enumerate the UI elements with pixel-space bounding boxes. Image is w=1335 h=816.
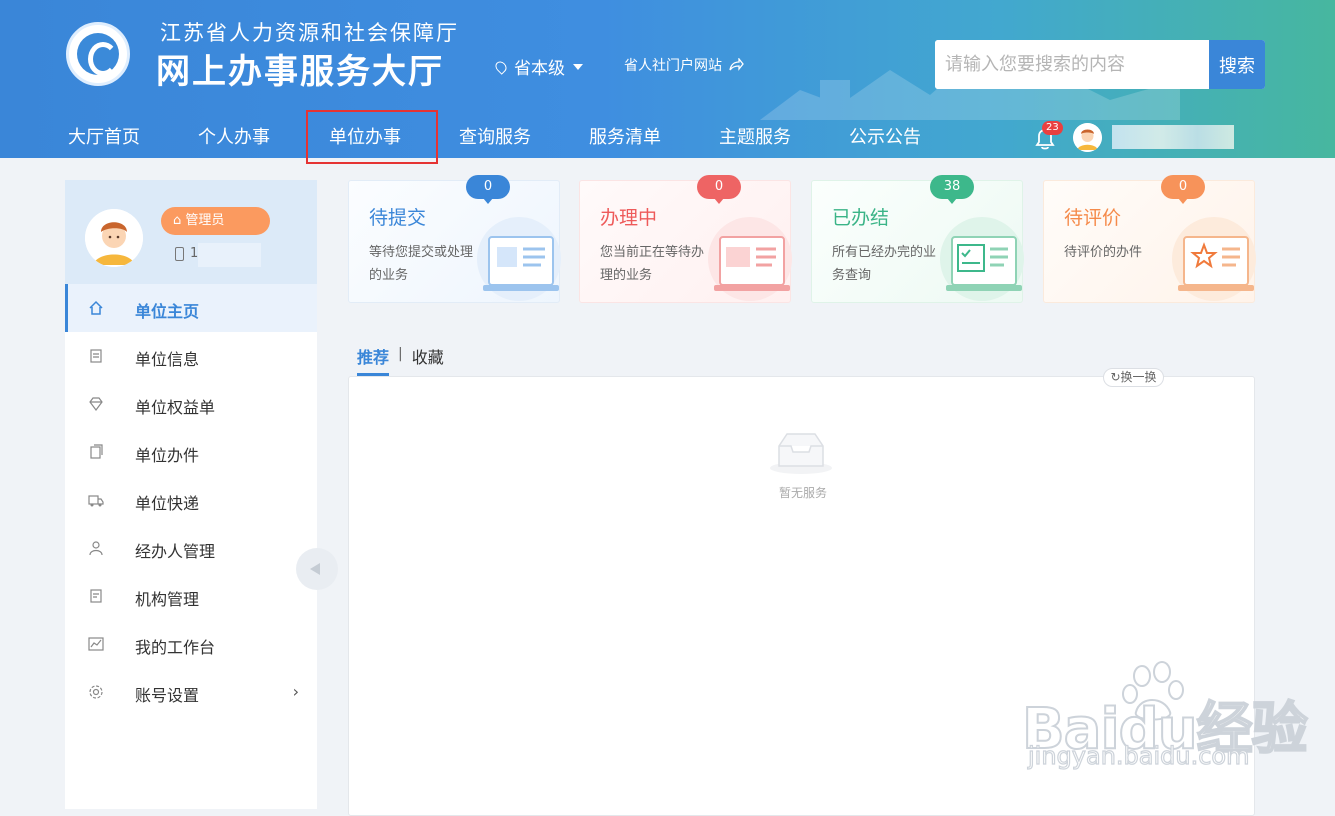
nav-highlight-box bbox=[306, 110, 438, 164]
role-label: 管理员 bbox=[185, 213, 225, 228]
header-banner: 江苏省人力资源和社会保障厅 网上办事服务大厅 省本级 省人社门户网站 搜索 大厅… bbox=[0, 0, 1335, 158]
card-pending-submit[interactable]: 0 待提交 等待您提交或处理的业务 bbox=[348, 175, 561, 303]
sidebar-item-label: 单位主页 bbox=[135, 302, 200, 321]
sidebar-item-unit-cases[interactable]: 单位办件 bbox=[65, 428, 317, 476]
count-badge: 0 bbox=[1161, 175, 1205, 204]
org-name: 江苏省人力资源和社会保障厅 bbox=[160, 21, 459, 45]
sidebar-item-unit-home[interactable]: 单位主页 bbox=[65, 284, 317, 332]
caret-down-icon bbox=[573, 63, 583, 70]
sidebar-menu: 单位主页 单位信息 单位权益单 单位办件 单位快递 经办人管理 机构管理 我的工… bbox=[65, 284, 317, 716]
site-title[interactable]: 网上办事服务大厅 bbox=[156, 44, 444, 93]
sidebar-item-label: 单位信息 bbox=[135, 350, 200, 369]
tab-separator: | bbox=[398, 346, 403, 362]
nav-item-query[interactable]: 查询服务 bbox=[459, 110, 531, 158]
phone-icon bbox=[175, 246, 184, 261]
location-pin-icon bbox=[493, 58, 509, 75]
role-badge: ⌂ 管理员 bbox=[161, 207, 270, 235]
card-desc: 等待您提交或处理的业务 bbox=[369, 245, 474, 283]
search-bar: 搜索 bbox=[935, 40, 1265, 89]
truck-icon bbox=[88, 495, 104, 507]
diamond-icon bbox=[89, 397, 103, 411]
sidebar-item-account-settings[interactable]: 账号设置 › bbox=[65, 668, 317, 716]
sidebar-item-label: 经办人管理 bbox=[135, 542, 216, 561]
user-avatar[interactable] bbox=[1073, 123, 1102, 152]
card-desc: 所有已经办完的业务查询 bbox=[832, 245, 937, 283]
refresh-label: 换一换 bbox=[1120, 370, 1157, 384]
sidebar-item-label: 单位办件 bbox=[135, 446, 200, 465]
chart-icon bbox=[88, 637, 104, 651]
profile-card: ⌂ 管理员 1 bbox=[65, 180, 317, 284]
refresh-icon: ↻ bbox=[1110, 370, 1121, 384]
empty-state-text: 暂无服务 bbox=[778, 486, 827, 500]
empty-inbox-icon bbox=[770, 433, 832, 474]
shop-icon: ⌂ bbox=[173, 213, 182, 228]
sidebar-item-unit-express[interactable]: 单位快递 bbox=[65, 476, 317, 524]
sidebar-item-label: 我的工作台 bbox=[135, 638, 216, 657]
laptop-star-icon bbox=[1172, 217, 1256, 301]
portal-link[interactable]: 省人社门户网站 bbox=[624, 55, 744, 75]
laptop-checklist-icon bbox=[940, 217, 1024, 301]
share-arrow-icon bbox=[729, 58, 744, 71]
laptop-process-icon bbox=[708, 217, 792, 301]
nav-item-theme[interactable]: 主题服务 bbox=[719, 110, 791, 158]
nav-item-home[interactable]: 大厅首页 bbox=[68, 110, 140, 158]
search-input[interactable] bbox=[935, 40, 1209, 89]
nav-item-notice[interactable]: 公示公告 bbox=[849, 110, 921, 158]
watermark-url: jingyan.baidu.com bbox=[1027, 741, 1250, 770]
avatar[interactable] bbox=[85, 209, 143, 267]
card-title: 办理中 bbox=[600, 207, 658, 229]
sidebar-item-label: 账号设置 bbox=[135, 686, 200, 705]
card-desc: 您当前正在等待办理的业务 bbox=[600, 245, 705, 283]
card-in-progress[interactable]: 0 办理中 您当前正在等待办理的业务 bbox=[579, 175, 792, 303]
chevron-right-icon: › bbox=[292, 682, 299, 701]
card-title: 待提交 bbox=[369, 207, 427, 229]
card-desc: 待评价的办件 bbox=[1064, 245, 1143, 260]
search-button[interactable]: 搜索 bbox=[1209, 40, 1265, 89]
count-badge: 38 bbox=[930, 175, 974, 204]
sidebar-item-unit-rights[interactable]: 单位权益单 bbox=[65, 380, 317, 428]
sidebar-item-label: 单位权益单 bbox=[135, 398, 216, 417]
laptop-doc-icon bbox=[477, 217, 561, 301]
user-name-redacted[interactable] bbox=[1112, 125, 1234, 149]
document-icon bbox=[90, 349, 102, 363]
refresh-button[interactable]: ↻换一换 bbox=[1103, 368, 1164, 387]
sidebar-item-label: 单位快递 bbox=[135, 494, 200, 513]
phone-number: 1 bbox=[175, 246, 198, 261]
home-icon bbox=[89, 300, 103, 315]
notification-badge: 23 bbox=[1042, 121, 1063, 135]
tab-recommended[interactable]: 推荐 bbox=[357, 344, 390, 376]
sidebar-item-operators[interactable]: 经办人管理 bbox=[65, 524, 317, 572]
service-tabs: 推荐 | 收藏 bbox=[357, 344, 444, 376]
user-icon bbox=[89, 541, 103, 556]
card-completed[interactable]: 38 已办结 所有已经办完的业务查询 bbox=[811, 175, 1024, 303]
sidebar-item-org[interactable]: 机构管理 bbox=[65, 572, 317, 620]
phone-redacted bbox=[198, 243, 261, 267]
nav-item-service-list[interactable]: 服务清单 bbox=[589, 110, 661, 158]
count-badge: 0 bbox=[697, 175, 741, 204]
region-label: 省本级 bbox=[514, 59, 565, 79]
sidebar-item-workbench[interactable]: 我的工作台 bbox=[65, 620, 317, 668]
region-selector[interactable]: 省本级 bbox=[493, 54, 583, 79]
card-to-evaluate[interactable]: 0 待评价 待评价的办件 bbox=[1043, 175, 1256, 303]
count-badge: 0 bbox=[466, 175, 510, 204]
gear-icon bbox=[89, 685, 103, 699]
nav-item-personal[interactable]: 个人办事 bbox=[198, 110, 270, 158]
portal-link-label: 省人社门户网站 bbox=[624, 58, 722, 74]
sidebar: ⌂ 管理员 1 单位主页 单位信息 单位权益单 单位办件 单位快递 经办人管理 … bbox=[65, 180, 317, 809]
sidebar-item-unit-info[interactable]: 单位信息 bbox=[65, 332, 317, 380]
clipboard-icon bbox=[90, 589, 102, 603]
sidebar-item-label: 机构管理 bbox=[135, 590, 200, 609]
logo[interactable] bbox=[66, 22, 130, 86]
sidebar-collapse-button[interactable] bbox=[296, 548, 338, 590]
files-icon bbox=[90, 444, 103, 459]
tab-favorites[interactable]: 收藏 bbox=[412, 344, 444, 368]
card-title: 已办结 bbox=[832, 207, 890, 229]
card-title: 待评价 bbox=[1064, 207, 1122, 229]
